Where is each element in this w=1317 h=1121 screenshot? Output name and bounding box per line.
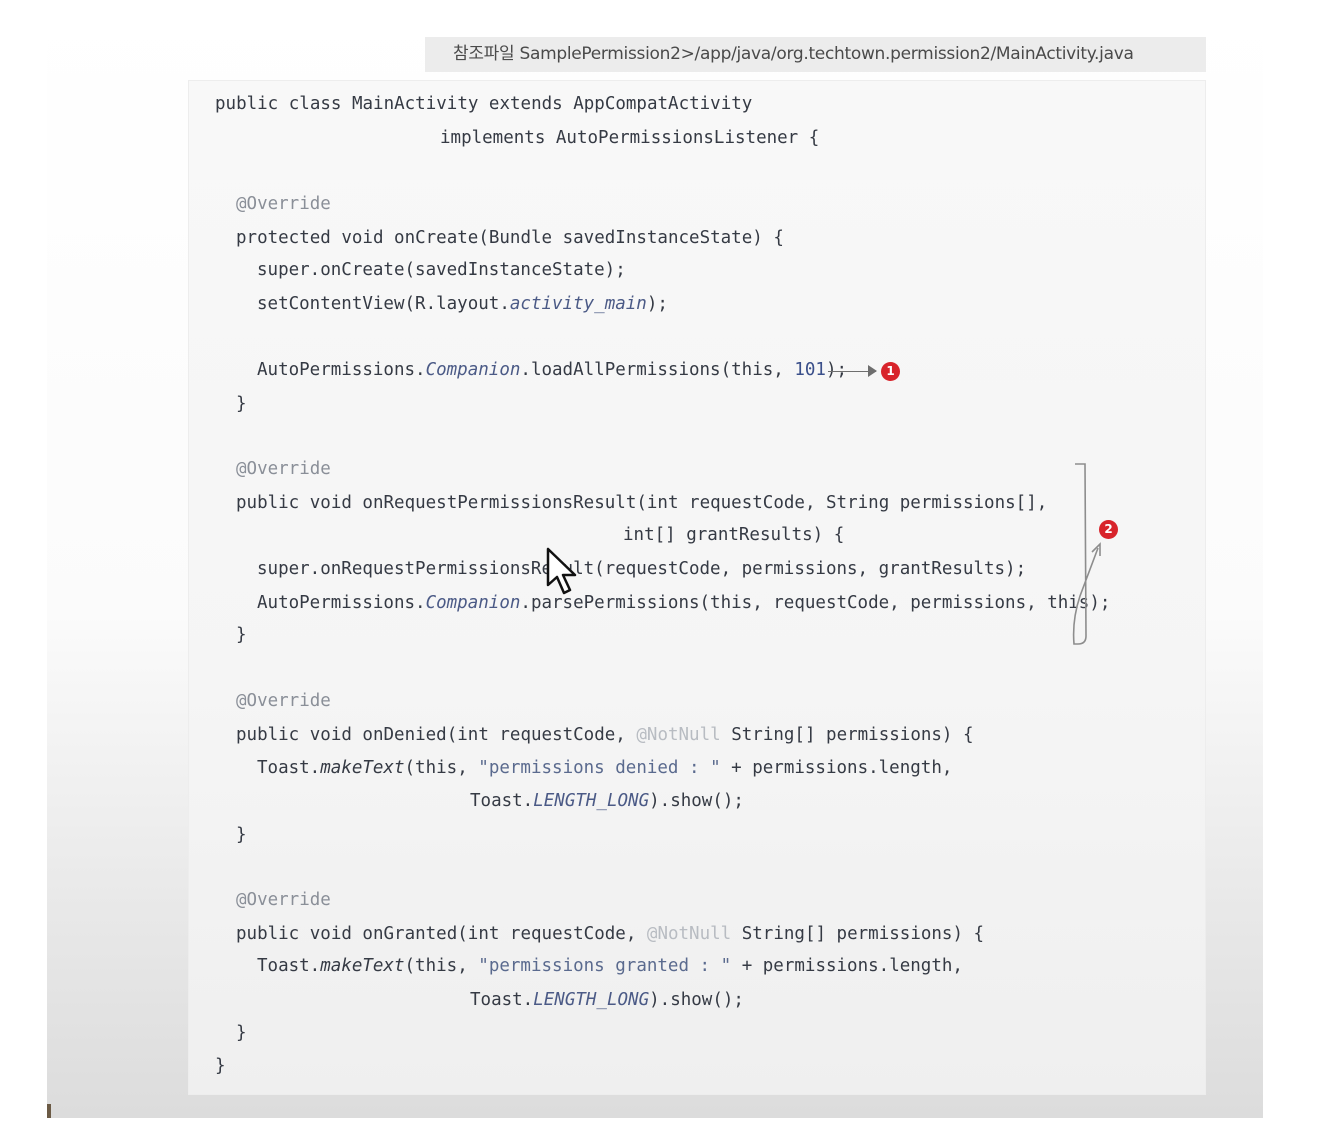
mouse-pointer-icon <box>546 547 577 595</box>
callout-bracket-icon <box>1072 463 1101 645</box>
bracket-path <box>1072 463 1099 645</box>
callout-badge-2: 2 <box>1099 520 1118 539</box>
